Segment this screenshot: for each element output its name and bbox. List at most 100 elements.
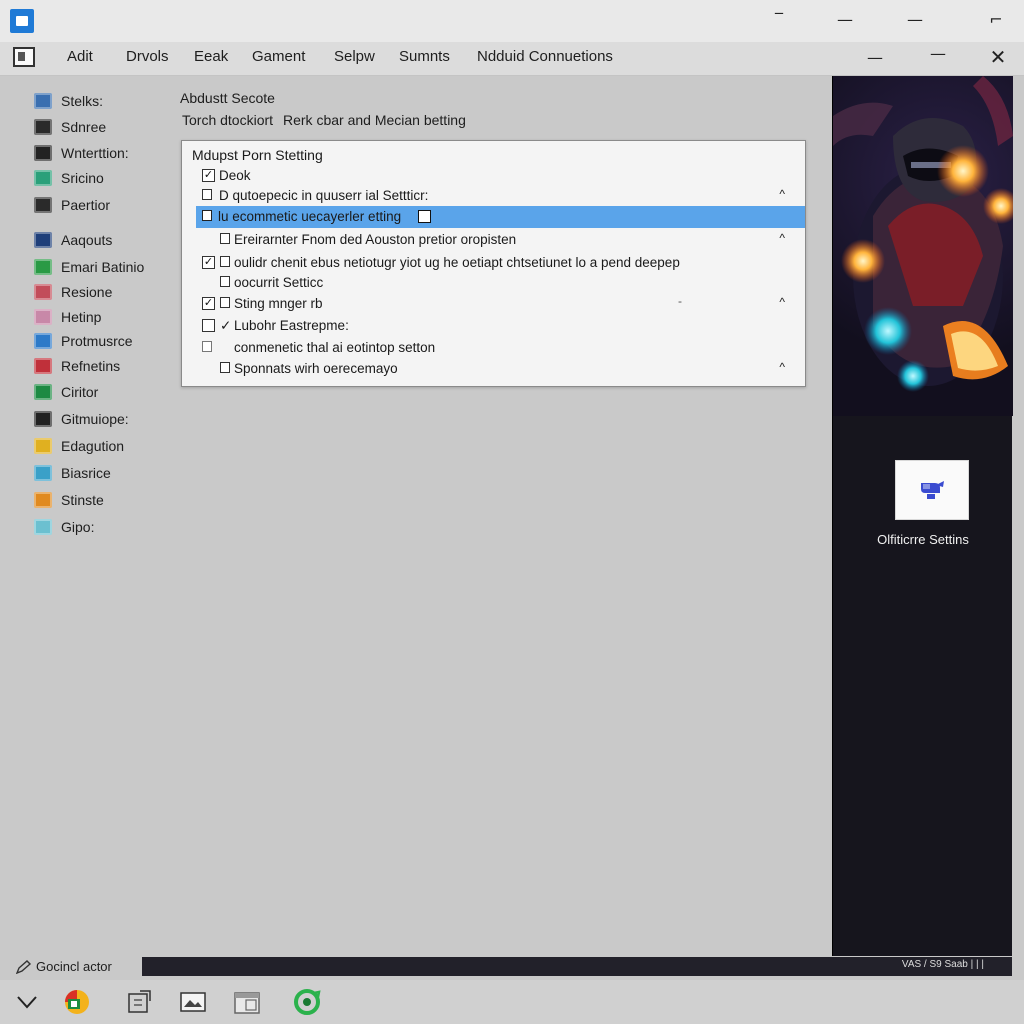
sidebar-item-10[interactable]: Refnetins xyxy=(34,355,120,377)
taskbar xyxy=(0,980,1024,1024)
bell-icon xyxy=(34,333,52,349)
maximize-button[interactable]: — xyxy=(903,10,927,30)
brush-icon xyxy=(34,438,52,454)
subnav-link-1[interactable]: Rerk cbar and Mecian betting xyxy=(283,112,466,128)
row-checkbox[interactable]: ✓ xyxy=(202,169,215,182)
settings-panel: Mdupst Porn Stetting ✓ Deok D qutoepecic… xyxy=(181,140,806,387)
gamepad-icon xyxy=(34,411,52,427)
chevron-up-icon[interactable]: ^ xyxy=(779,295,785,309)
settings-row-8[interactable]: conmenetic thal ai eotintop setton xyxy=(182,337,805,359)
chevron-down-icon[interactable] xyxy=(12,988,42,1016)
game-character-artwork xyxy=(833,76,1013,416)
row-checkbox[interactable] xyxy=(220,276,230,287)
split-arrow-icon xyxy=(34,145,52,161)
row-label: Ereirarnter Fnom ded Aouston pretior oro… xyxy=(234,232,517,247)
row-checkbox[interactable] xyxy=(202,189,212,200)
row-checkbox[interactable]: ✓ xyxy=(202,256,215,269)
settings-row-0[interactable]: ✓ Deok xyxy=(182,165,805,187)
card-icon xyxy=(34,309,52,325)
close-button[interactable]: ✕ xyxy=(986,47,1010,67)
settings-row-2-selected[interactable]: lu ecommetic uecayerler etting xyxy=(196,206,805,228)
menu-eeak[interactable]: Eeak xyxy=(194,48,228,65)
sidebar-item-0[interactable]: Stelks: xyxy=(34,90,103,112)
settings-row-3[interactable]: Ereirarnter Fnom ded Aouston pretior oro… xyxy=(182,229,805,251)
pane-minimize-button[interactable]: — xyxy=(863,48,887,68)
row-label: Deok xyxy=(219,168,251,183)
sidebar-item-9[interactable]: Protmusrce xyxy=(34,330,133,352)
chevron-up-icon[interactable]: ^ xyxy=(779,360,785,374)
sidebar-item-1[interactable]: Sdnree xyxy=(34,116,106,138)
plus-icon xyxy=(34,284,52,300)
settings-row-5[interactable]: oocurrit Setticc xyxy=(182,272,805,294)
sidebar-item-label: Resione xyxy=(61,284,113,300)
file-transfer-icon[interactable] xyxy=(126,988,156,1016)
menu-gament[interactable]: Gament xyxy=(252,48,305,65)
status-text: Gocincl actor xyxy=(16,959,112,974)
settings-row-6[interactable]: ✓ Sting mnger rb - ^ xyxy=(182,293,805,315)
title-control-1[interactable]: ‾ xyxy=(767,10,791,30)
monitor-icon xyxy=(34,93,52,109)
settings-row-9[interactable]: Sponnats wirh oerecemayo ^ xyxy=(182,358,805,380)
menu-adit[interactable]: Adit xyxy=(67,48,93,65)
subnav-link-0[interactable]: Torch dtockiort xyxy=(182,112,273,128)
book-icon xyxy=(34,358,52,374)
menu-connections[interactable]: Ndduid Connuetions xyxy=(477,48,613,65)
sidebar-item-16[interactable]: Gipo: xyxy=(34,516,94,538)
status-right-text: VAS / S9 Saab | | | xyxy=(901,959,984,970)
browser-icon[interactable] xyxy=(62,988,92,1016)
picture-icon[interactable] xyxy=(178,988,208,1016)
sidebar-item-label: Hetinp xyxy=(61,309,102,325)
preview-pane: Olfiticrre Settins xyxy=(832,76,1013,956)
settings-tile[interactable] xyxy=(895,460,969,520)
settings-row-4[interactable]: ✓ oulidr chenit ebus netiotugr yiot ug h… xyxy=(182,252,805,274)
title-control-4[interactable]: ⌐ xyxy=(984,10,1008,30)
app-icon[interactable] xyxy=(10,9,34,33)
sidebar-item-3[interactable]: Sricino xyxy=(34,167,104,189)
window-icon[interactable] xyxy=(232,988,262,1016)
row-checkbox[interactable] xyxy=(220,362,230,373)
sidebar-item-label: Refnetins xyxy=(61,358,121,374)
sidebar-item-11[interactable]: Ciritor xyxy=(34,381,98,403)
sync-app-icon[interactable] xyxy=(292,988,322,1016)
row-checkbox[interactable] xyxy=(220,233,230,244)
row-label: oulidr chenit ebus netiotugr yiot ug he … xyxy=(234,255,680,270)
row-sub-checkbox[interactable] xyxy=(220,297,230,308)
row-checkbox[interactable] xyxy=(202,341,212,352)
sidebar-item-label: Stelks: xyxy=(61,93,104,109)
settings-row-1[interactable]: D qutoepecic in quuserr ial Settticr: ^ xyxy=(182,185,805,207)
sidebar-item-2[interactable]: Wnterttion: xyxy=(34,142,129,164)
row-sub-checkbox[interactable] xyxy=(220,256,230,267)
menu-selpw[interactable]: Selpw xyxy=(334,48,375,65)
row-checkbox[interactable] xyxy=(202,210,212,221)
sidebar-item-12[interactable]: Gitmuiope: xyxy=(34,408,129,430)
row-checkbox[interactable] xyxy=(202,319,215,332)
home-icon xyxy=(34,259,52,275)
sidebar-item-14[interactable]: Biasrice xyxy=(34,462,111,484)
menu-sumnts[interactable]: Sumnts xyxy=(399,48,450,65)
row-check-mark: ✓ xyxy=(220,318,232,333)
row-label: conmenetic thal ai eotintop setton xyxy=(234,340,436,355)
sidebar-item-5[interactable]: Aaqouts xyxy=(34,229,112,251)
sidebar-item-7[interactable]: Resione xyxy=(34,281,112,303)
menu-drvols[interactable]: Drvols xyxy=(126,48,169,65)
pen-icon xyxy=(16,959,32,974)
sidebar-item-label: Gitmuiope: xyxy=(61,411,129,427)
chevron-up-icon[interactable]: ^ xyxy=(779,231,785,245)
character-illustration xyxy=(833,76,1013,392)
app-menu-icon[interactable] xyxy=(13,47,35,67)
chevron-up-icon[interactable]: ^ xyxy=(779,187,785,201)
sidebar-item-15[interactable]: Stinste xyxy=(34,489,104,511)
row-checkbox[interactable]: ✓ xyxy=(202,297,215,310)
minimize-button[interactable]: — xyxy=(833,10,857,30)
menu-bar: Adit Drvols Eeak Gament Selpw Sumnts Ndd… xyxy=(0,42,1024,76)
pane-restore-button[interactable]: — xyxy=(926,44,950,64)
sidebar-item-13[interactable]: Edagution xyxy=(34,435,124,457)
settings-row-7[interactable]: ✓ Lubohr Eastrepme: xyxy=(182,315,805,337)
grid-icon xyxy=(34,119,52,135)
sidebar-item-6[interactable]: Emari Batinio xyxy=(34,256,144,278)
hardhat-icon xyxy=(921,481,944,499)
page-title: Abdustt Secote xyxy=(180,90,275,106)
row-inline-checkbox[interactable] xyxy=(418,210,431,223)
sidebar-item-4[interactable]: Paertior xyxy=(34,194,110,216)
sidebar-item-8[interactable]: Hetinp xyxy=(34,306,101,328)
